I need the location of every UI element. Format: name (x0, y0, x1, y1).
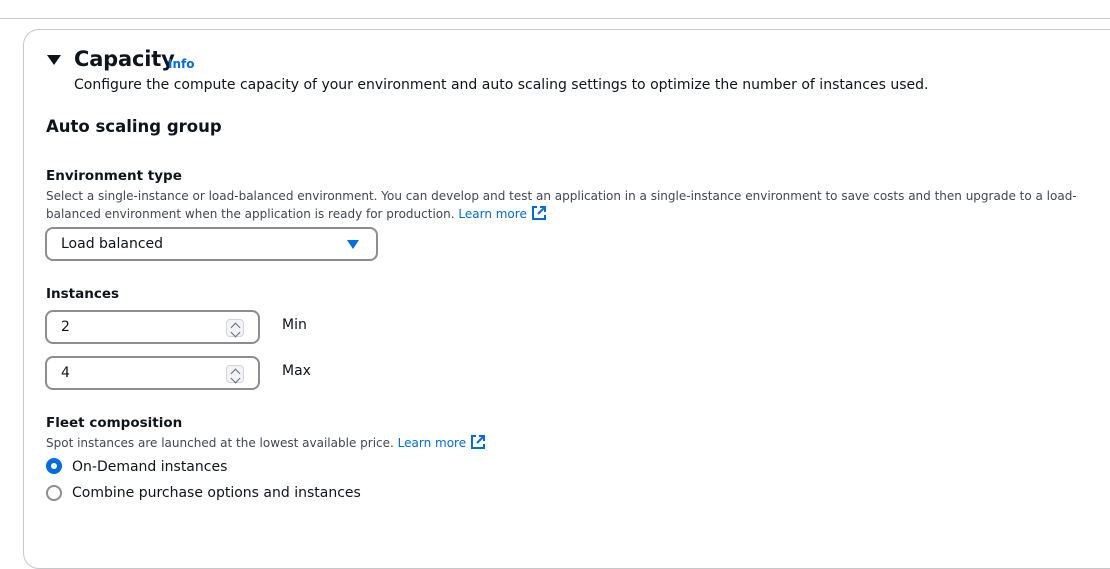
environment-type-label: Environment type (46, 168, 182, 184)
environment-type-select[interactable]: Load balanced (45, 227, 378, 261)
collapse-caret-icon[interactable] (47, 55, 61, 65)
on-demand-label[interactable]: On-Demand instances (72, 459, 227, 475)
min-instances-input[interactable]: 2 (45, 310, 260, 344)
combine-options-label[interactable]: Combine purchase options and instances (72, 485, 361, 501)
min-instances-value: 2 (61, 319, 70, 335)
dropdown-arrow-icon (347, 240, 359, 249)
min-stepper-icon[interactable] (226, 319, 244, 338)
environment-type-value: Load balanced (61, 236, 164, 252)
environment-learn-more-link[interactable]: Learn more (458, 207, 526, 221)
fleet-hint-text: Spot instances are launched at the lowes… (46, 436, 394, 450)
instances-label: Instances (46, 286, 120, 302)
environment-type-hint-line2: balanced environment when the applicatio… (46, 207, 455, 221)
max-stepper-icon[interactable] (226, 365, 244, 384)
max-label: Max (282, 363, 311, 379)
section-description: Configure the compute capacity of your e… (74, 77, 929, 93)
on-demand-radio[interactable] (46, 458, 62, 474)
external-link-icon[interactable] (470, 434, 486, 450)
section-title[interactable]: Capacity (74, 47, 175, 71)
environment-type-hint-line1: Select a single-instance or load-balance… (46, 189, 1077, 203)
max-instances-value: 4 (61, 365, 70, 381)
fleet-composition-label: Fleet composition (46, 415, 183, 431)
fleet-composition-hint: Spot instances are launched at the lowes… (46, 434, 486, 452)
info-link[interactable]: Info (168, 57, 194, 71)
combine-options-radio[interactable] (46, 485, 62, 501)
min-label: Min (282, 317, 307, 333)
auto-scaling-heading: Auto scaling group (46, 117, 222, 136)
environment-type-hint: Select a single-instance or load-balance… (46, 188, 1086, 223)
max-instances-input[interactable]: 4 (45, 356, 260, 390)
top-divider (0, 18, 1110, 19)
external-link-icon[interactable] (531, 205, 547, 221)
fleet-learn-more-link[interactable]: Learn more (398, 436, 466, 450)
